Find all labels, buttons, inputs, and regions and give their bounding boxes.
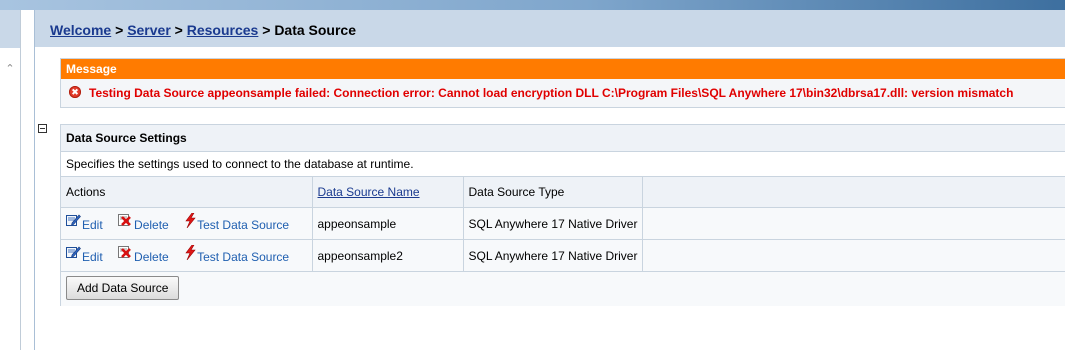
edit-icon bbox=[66, 213, 81, 230]
edit-button[interactable]: Edit bbox=[66, 245, 103, 264]
test-data-source-button[interactable]: Test Data Source bbox=[184, 244, 290, 264]
edit-button[interactable]: Edit bbox=[66, 213, 103, 232]
breadcrumb-separator: > bbox=[262, 22, 271, 38]
empty-cell bbox=[642, 239, 1065, 272]
empty-cell bbox=[642, 207, 1065, 240]
error-icon: ✖ bbox=[69, 85, 81, 98]
error-message-text: Testing Data Source appeonsample failed:… bbox=[89, 86, 1014, 100]
lightning-icon bbox=[184, 244, 196, 263]
lightning-icon bbox=[184, 212, 196, 231]
breadcrumb-separator: > bbox=[174, 22, 183, 38]
button-row: Add Data Source bbox=[61, 272, 1065, 306]
test-data-source-label: Test Data Source bbox=[197, 249, 290, 264]
content-border bbox=[34, 10, 35, 350]
table-header-row: Actions Data Source Name Data Source Typ… bbox=[61, 177, 1065, 208]
delete-button[interactable]: Delete bbox=[118, 213, 169, 232]
left-pane bbox=[0, 10, 20, 350]
data-source-settings-panel: Data Source Settings Specifies the setti… bbox=[60, 124, 1065, 306]
breadcrumb-separator: > bbox=[115, 22, 124, 38]
scroll-up-icon[interactable]: ⌃ bbox=[4, 64, 16, 75]
message-body: ✖ Testing Data Source appeonsample failed… bbox=[61, 79, 1065, 108]
delete-icon bbox=[118, 213, 133, 230]
column-header-type: Data Source Type bbox=[463, 177, 643, 208]
data-source-type-cell: SQL Anywhere 17 Native Driver bbox=[463, 239, 643, 272]
collapse-toggle-icon[interactable] bbox=[38, 124, 47, 133]
data-source-type-cell: SQL Anywhere 17 Native Driver bbox=[463, 207, 643, 240]
table-row: Edit Delete Test Data Source appeonsampl… bbox=[61, 207, 1065, 240]
data-source-name-cell: appeonsample bbox=[312, 207, 464, 240]
left-pane-header bbox=[0, 10, 20, 48]
top-banner bbox=[0, 0, 1065, 10]
breadcrumb: Welcome > Server > Resources > Data Sour… bbox=[35, 10, 1065, 47]
pane-splitter[interactable] bbox=[21, 10, 34, 350]
add-data-source-button[interactable]: Add Data Source bbox=[66, 276, 180, 300]
settings-title: Data Source Settings bbox=[61, 125, 1065, 152]
test-data-source-label: Test Data Source bbox=[197, 217, 290, 232]
actions-cell: Edit Delete Test Data Source bbox=[61, 207, 313, 240]
edit-icon bbox=[66, 245, 81, 262]
sort-by-name-link[interactable]: Data Source Name bbox=[318, 185, 420, 199]
edit-label: Edit bbox=[82, 217, 103, 232]
settings-description: Specifies the settings used to connect t… bbox=[61, 152, 1065, 177]
delete-button[interactable]: Delete bbox=[118, 245, 169, 264]
delete-icon bbox=[118, 245, 133, 262]
breadcrumb-resources[interactable]: Resources bbox=[187, 22, 259, 38]
delete-label: Delete bbox=[134, 249, 169, 264]
test-data-source-button[interactable]: Test Data Source bbox=[184, 212, 290, 232]
breadcrumb-server[interactable]: Server bbox=[127, 22, 171, 38]
actions-cell: Edit Delete Test Data Source bbox=[61, 239, 313, 272]
column-header-name[interactable]: Data Source Name bbox=[312, 177, 464, 208]
table-row: Edit Delete Test Data Source appeonsampl… bbox=[61, 239, 1065, 272]
breadcrumb-current: Data Source bbox=[274, 22, 357, 38]
edit-label: Edit bbox=[82, 249, 103, 264]
message-header: Message bbox=[61, 59, 1065, 79]
data-source-name-cell: appeonsample2 bbox=[312, 239, 464, 272]
column-header-empty bbox=[642, 177, 1065, 208]
delete-label: Delete bbox=[134, 217, 169, 232]
message-panel: Message ✖ Testing Data Source appeonsampl… bbox=[60, 58, 1065, 108]
column-header-actions: Actions bbox=[61, 177, 313, 208]
data-source-table: Actions Data Source Name Data Source Typ… bbox=[61, 177, 1065, 272]
breadcrumb-welcome[interactable]: Welcome bbox=[50, 22, 111, 38]
